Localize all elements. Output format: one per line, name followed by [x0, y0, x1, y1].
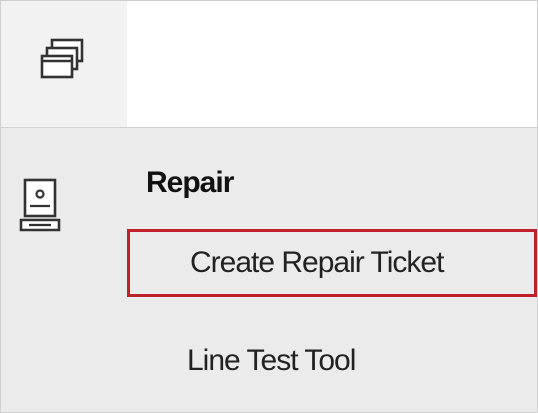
computer-monitor-icon[interactable] — [17, 174, 63, 238]
windows-stack-icon — [38, 36, 90, 93]
top-bar — [1, 1, 537, 128]
menu-item-label: Create Repair Ticket — [190, 246, 444, 279]
icon-rail — [1, 128, 127, 412]
menu-item-line-test-tool[interactable]: Line Test Tool — [127, 325, 537, 397]
windows-toggle-button[interactable] — [1, 1, 127, 127]
navigation-frame: Repair Create Repair Ticket Line Test To… — [0, 0, 538, 413]
section-title-repair: Repair — [146, 166, 234, 199]
menu-item-label: Line Test Tool — [187, 344, 356, 377]
menu-item-create-repair-ticket[interactable]: Create Repair Ticket — [127, 229, 537, 297]
repair-menu-panel: Repair Create Repair Ticket Line Test To… — [1, 128, 537, 412]
